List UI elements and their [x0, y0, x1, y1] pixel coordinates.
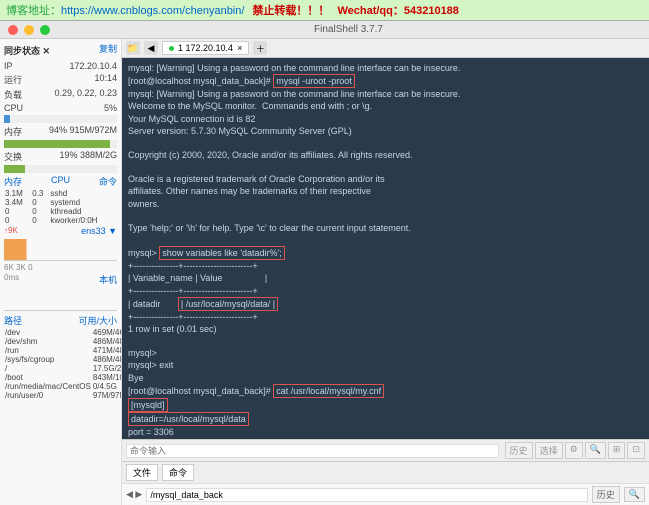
history-button[interactable]: 历史 — [505, 442, 533, 459]
copy-button[interactable]: 复制 — [99, 42, 117, 59]
disk-table: /dev469M/469M /dev/shm486M/486M /run471M… — [4, 328, 122, 400]
window-title: FinalShell 3.7.7 — [56, 24, 641, 35]
sidebar: 同步状态 ✕复制 IP172.20.10.4 运行10:14 负载0.29, 0… — [0, 39, 122, 505]
process-table: 3.1M0.3sshd 3.4M0systemd 00kthreadd 00kw… — [4, 189, 117, 225]
minimize-icon[interactable] — [24, 25, 34, 35]
path-input[interactable] — [146, 488, 587, 502]
command-input[interactable] — [126, 444, 499, 458]
status-dot-icon — [169, 46, 174, 51]
latency-chart — [4, 289, 117, 311]
add-tab-button[interactable]: ＋ — [253, 41, 267, 55]
table-row: 00kworker/0:0H — [4, 216, 117, 225]
terminal-output[interactable]: mysql: [Warning] Using a password on the… — [122, 58, 649, 439]
table-row: 3.4M0systemd — [4, 198, 117, 207]
command-input-bar: 历史 选择 ⚙ 🔍 ⊞ ⊡ — [122, 439, 649, 461]
nav-back-icon[interactable]: ◀ — [144, 41, 158, 55]
window-titlebar: FinalShell 3.7.7 — [0, 21, 649, 39]
swap-bar — [4, 165, 117, 173]
grid-icon[interactable]: ⊞ — [608, 442, 626, 459]
search-icon[interactable]: 🔍 — [585, 442, 606, 459]
expand-icon[interactable]: ⊡ — [627, 442, 645, 459]
tab-commands[interactable]: 命令 — [162, 464, 194, 481]
net-interface-dropdown[interactable]: ens33 ▼ — [81, 226, 117, 236]
sync-status-label: 同步状态 ✕ — [4, 44, 50, 57]
bottom-tabs: 文件 命令 — [122, 461, 649, 483]
maximize-icon[interactable] — [40, 25, 50, 35]
ip-value: 172.20.10.4 — [69, 61, 117, 71]
terminal-tab[interactable]: 1 172.20.10.4× — [162, 41, 249, 55]
gear-icon[interactable]: ⚙ — [565, 442, 583, 459]
path-history-button[interactable]: 历史 — [592, 486, 620, 503]
path-nav-icons[interactable]: ◀ ▶ — [126, 489, 142, 500]
local-button[interactable]: 本机 — [99, 273, 117, 286]
table-row: 00kthreadd — [4, 207, 117, 216]
tab-close-icon[interactable]: × — [237, 43, 242, 53]
close-icon[interactable] — [8, 25, 18, 35]
mem-bar — [4, 140, 117, 148]
folder-icon[interactable]: 📁 — [126, 41, 140, 55]
terminal-tabbar: 📁 ◀ 1 172.20.10.4× ＋ — [122, 39, 649, 58]
cpu-bar — [4, 115, 117, 123]
select-button[interactable]: 选择 — [535, 442, 563, 459]
table-row: 3.1M0.3sshd — [4, 189, 117, 198]
network-chart — [4, 239, 117, 261]
path-bar: ◀ ▶ 历史 🔍 — [122, 483, 649, 505]
top-banner: 博客地址：https://www.cnblogs.com/chenyanbin/… — [0, 0, 649, 21]
tab-files[interactable]: 文件 — [126, 464, 158, 481]
